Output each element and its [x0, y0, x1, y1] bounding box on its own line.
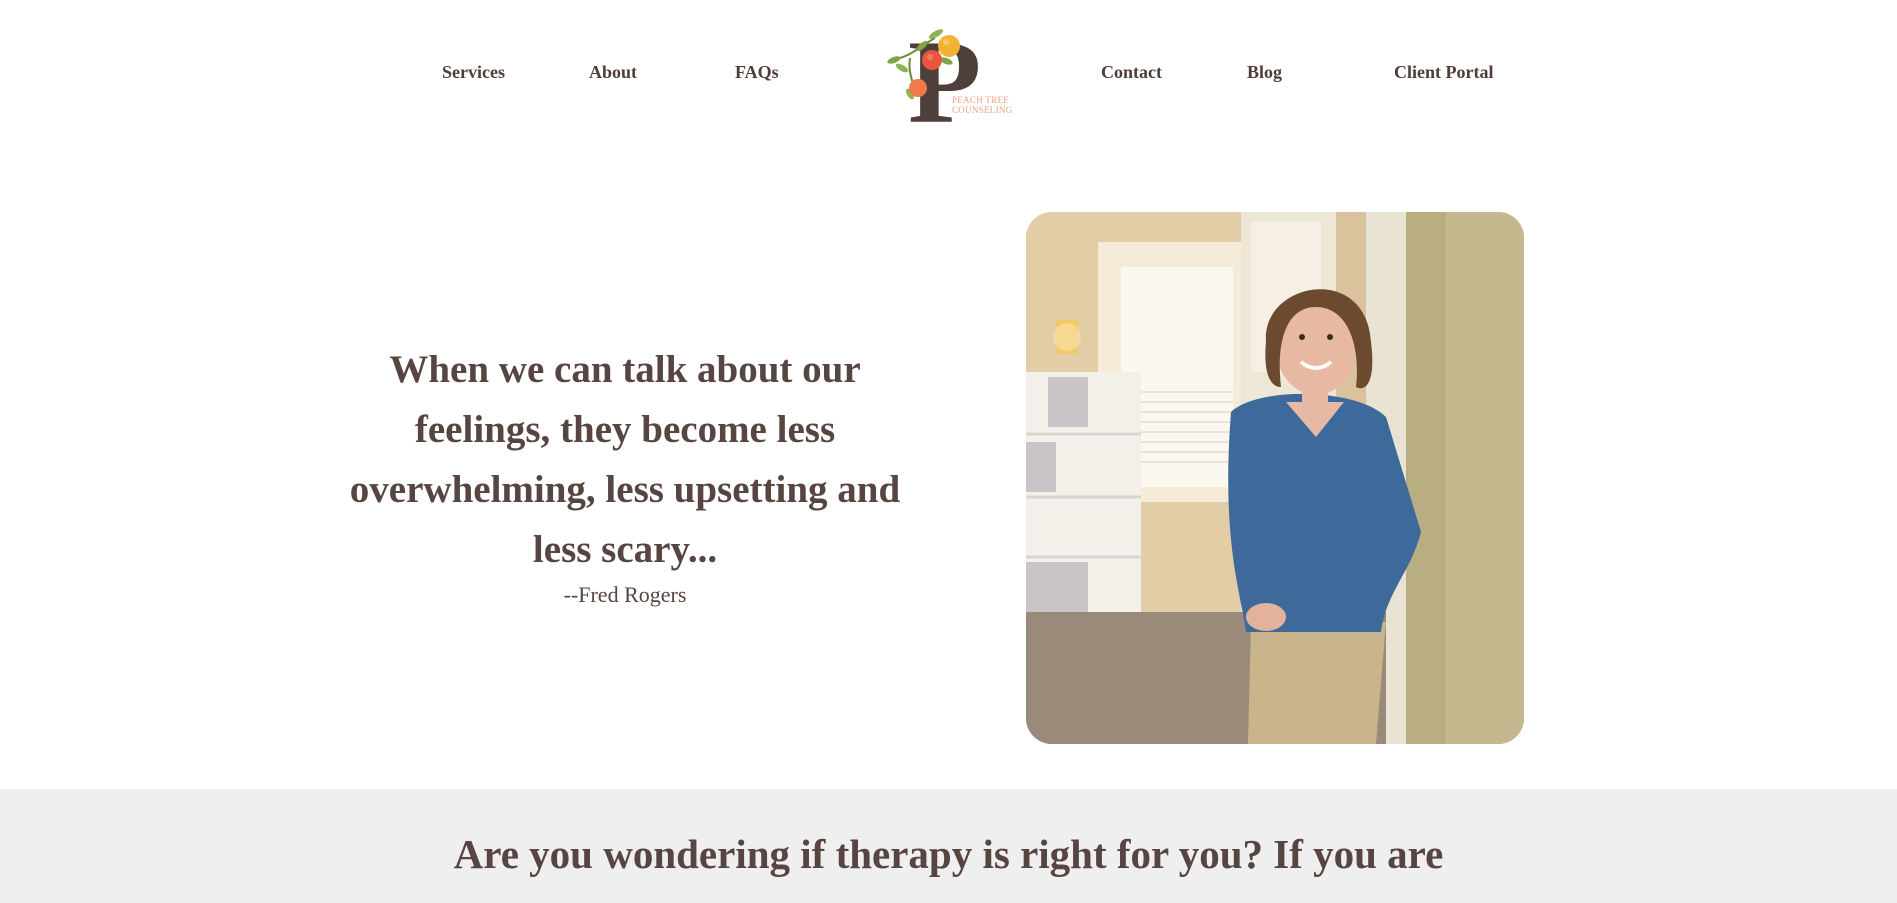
quote-attribution: --Fred Rogers	[563, 582, 687, 607]
nav-client-portal[interactable]: Client Portal	[1394, 62, 1493, 83]
nav-faqs[interactable]: FAQs	[735, 62, 779, 83]
nav-about[interactable]: About	[589, 62, 637, 83]
nav-contact[interactable]: Contact	[1101, 62, 1162, 83]
logo-text-line2: COUNSELING	[952, 105, 1013, 115]
site-logo[interactable]: P PEACH TREE COUNSELING	[880, 15, 1025, 148]
nav-services[interactable]: Services	[442, 62, 505, 83]
hero-quote: When we can talk about our feelings, the…	[349, 348, 901, 571]
therapist-portrait-image	[1026, 212, 1524, 744]
nav-blog[interactable]: Blog	[1247, 62, 1282, 83]
logo-text-line1: PEACH TREE	[952, 95, 1010, 105]
therapist-photo	[1026, 212, 1524, 744]
section-heading: Are you wondering if therapy is right fo…	[453, 831, 1444, 877]
site-header: Services About FAQs P PEACH TREE COUNSEL…	[0, 0, 1897, 150]
